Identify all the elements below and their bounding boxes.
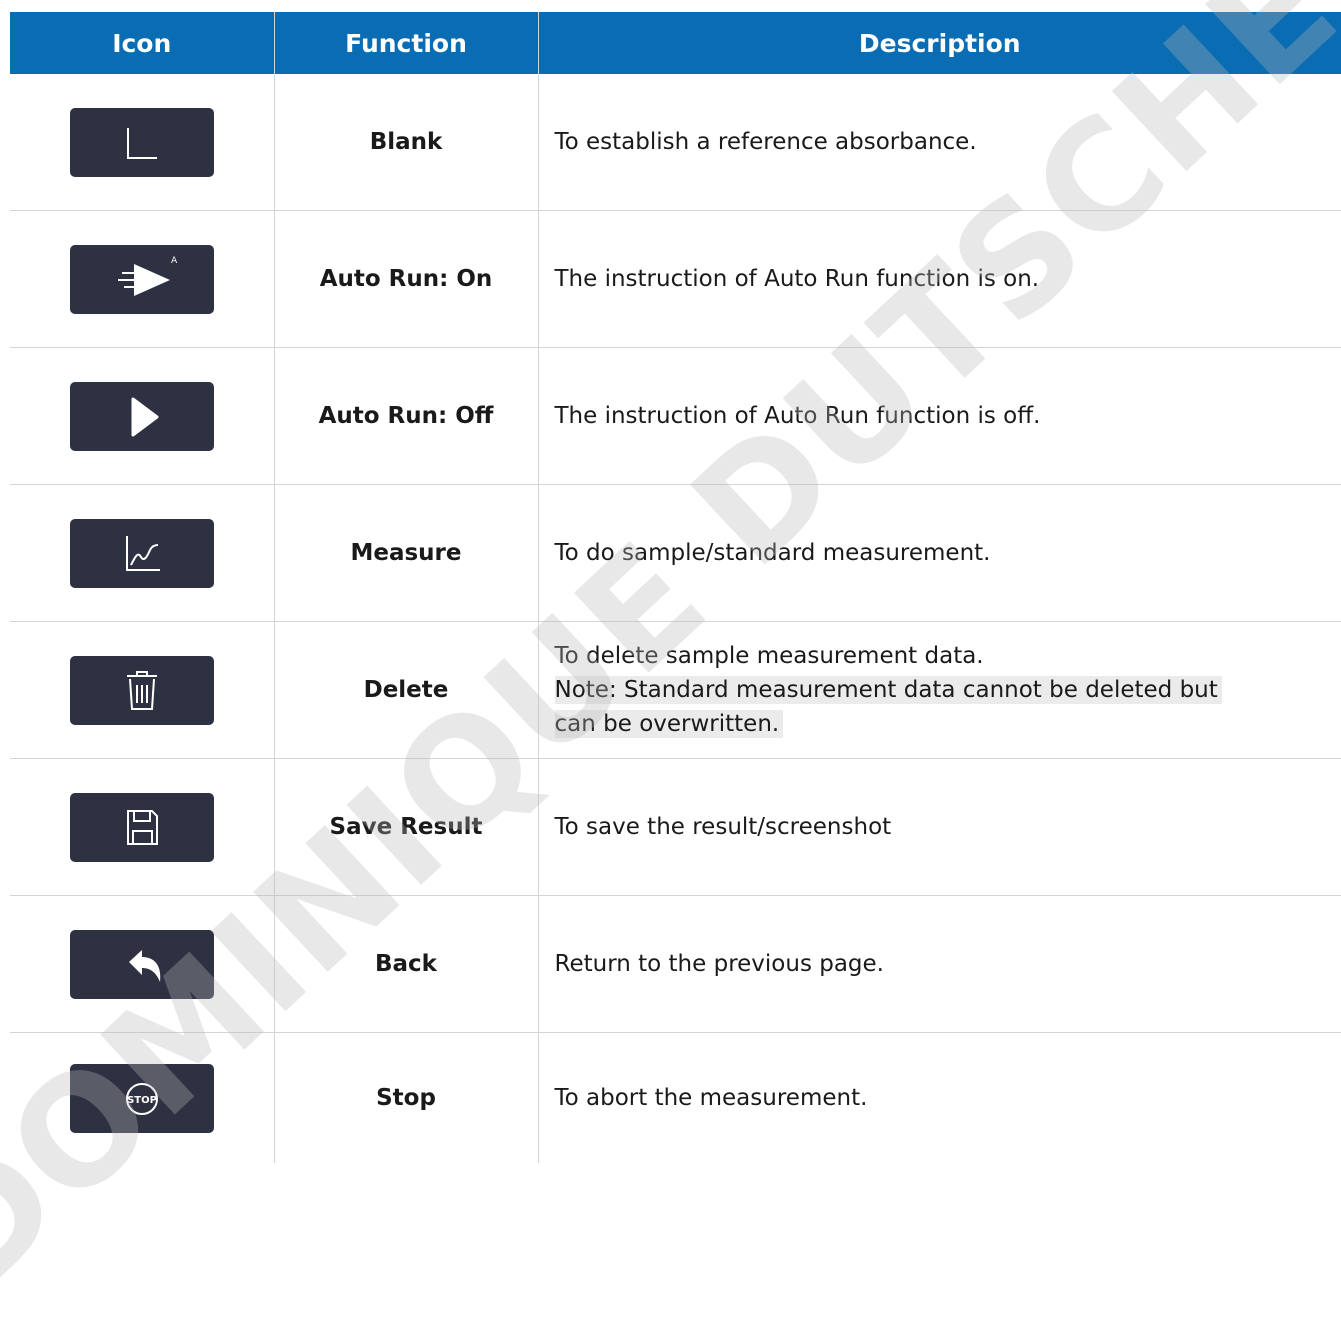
table-row: Delete To delete sample measurement data… bbox=[10, 622, 1341, 759]
trash-icon bbox=[70, 656, 214, 725]
measure-button[interactable] bbox=[70, 519, 214, 588]
function-label: Save Result bbox=[274, 759, 538, 896]
svg-text:A: A bbox=[171, 256, 178, 266]
function-label: Blank bbox=[274, 74, 538, 211]
function-label: Back bbox=[274, 896, 538, 1033]
header-description: Description bbox=[538, 12, 1341, 74]
delete-button[interactable] bbox=[70, 656, 214, 725]
description-text: To save the result/screenshot bbox=[538, 759, 1341, 896]
function-label: Auto Run: Off bbox=[274, 348, 538, 485]
auto-run-on-icon: A bbox=[70, 245, 214, 314]
stop-button[interactable]: STOP bbox=[70, 1064, 214, 1133]
note-text-line-2: can be overwritten. bbox=[555, 710, 784, 738]
svg-text:STOP: STOP bbox=[127, 1095, 157, 1106]
description-text: To delete sample measurement data. bbox=[555, 639, 1341, 673]
description-cell: To delete sample measurement data. Note:… bbox=[538, 622, 1341, 759]
table-row: Save Result To save the result/screensho… bbox=[10, 759, 1341, 896]
floppy-disk-icon bbox=[70, 793, 214, 862]
table-row: Measure To do sample/standard measuremen… bbox=[10, 485, 1341, 622]
description-text: The instruction of Auto Run function is … bbox=[538, 348, 1341, 485]
table-row: Back Return to the previous page. bbox=[10, 896, 1341, 1033]
auto-run-off-button[interactable] bbox=[70, 382, 214, 451]
blank-axes-icon bbox=[70, 108, 214, 177]
table-row: STOP Stop To abort the measurement. bbox=[10, 1033, 1341, 1164]
play-icon bbox=[70, 382, 214, 451]
note-text-line-1: Note: Standard measurement data cannot b… bbox=[555, 676, 1222, 704]
measure-graph-icon bbox=[70, 519, 214, 588]
function-label: Measure bbox=[274, 485, 538, 622]
description-text: Return to the previous page. bbox=[538, 896, 1341, 1033]
table-row: A Auto Run: On The instruction of Auto R… bbox=[10, 211, 1341, 348]
back-button[interactable] bbox=[70, 930, 214, 999]
description-text: To do sample/standard measurement. bbox=[538, 485, 1341, 622]
description-text: The instruction of Auto Run function is … bbox=[538, 211, 1341, 348]
icon-function-table: Icon Function Description Blank To estab… bbox=[10, 12, 1341, 1163]
stop-icon: STOP bbox=[70, 1064, 214, 1133]
description-text: To establish a reference absorbance. bbox=[538, 74, 1341, 211]
header-icon: Icon bbox=[10, 12, 274, 74]
back-arrow-icon bbox=[70, 930, 214, 999]
description-text: To abort the measurement. bbox=[538, 1033, 1341, 1164]
blank-button[interactable] bbox=[70, 108, 214, 177]
table-header-row: Icon Function Description bbox=[10, 12, 1341, 74]
header-function: Function bbox=[274, 12, 538, 74]
table-row: Blank To establish a reference absorbanc… bbox=[10, 74, 1341, 211]
auto-run-on-button[interactable]: A bbox=[70, 245, 214, 314]
function-label: Delete bbox=[274, 622, 538, 759]
icon-reference-page: Icon Function Description Blank To estab… bbox=[0, 0, 1341, 1165]
save-result-button[interactable] bbox=[70, 793, 214, 862]
function-label: Stop bbox=[274, 1033, 538, 1164]
table-row: Auto Run: Off The instruction of Auto Ru… bbox=[10, 348, 1341, 485]
function-label: Auto Run: On bbox=[274, 211, 538, 348]
